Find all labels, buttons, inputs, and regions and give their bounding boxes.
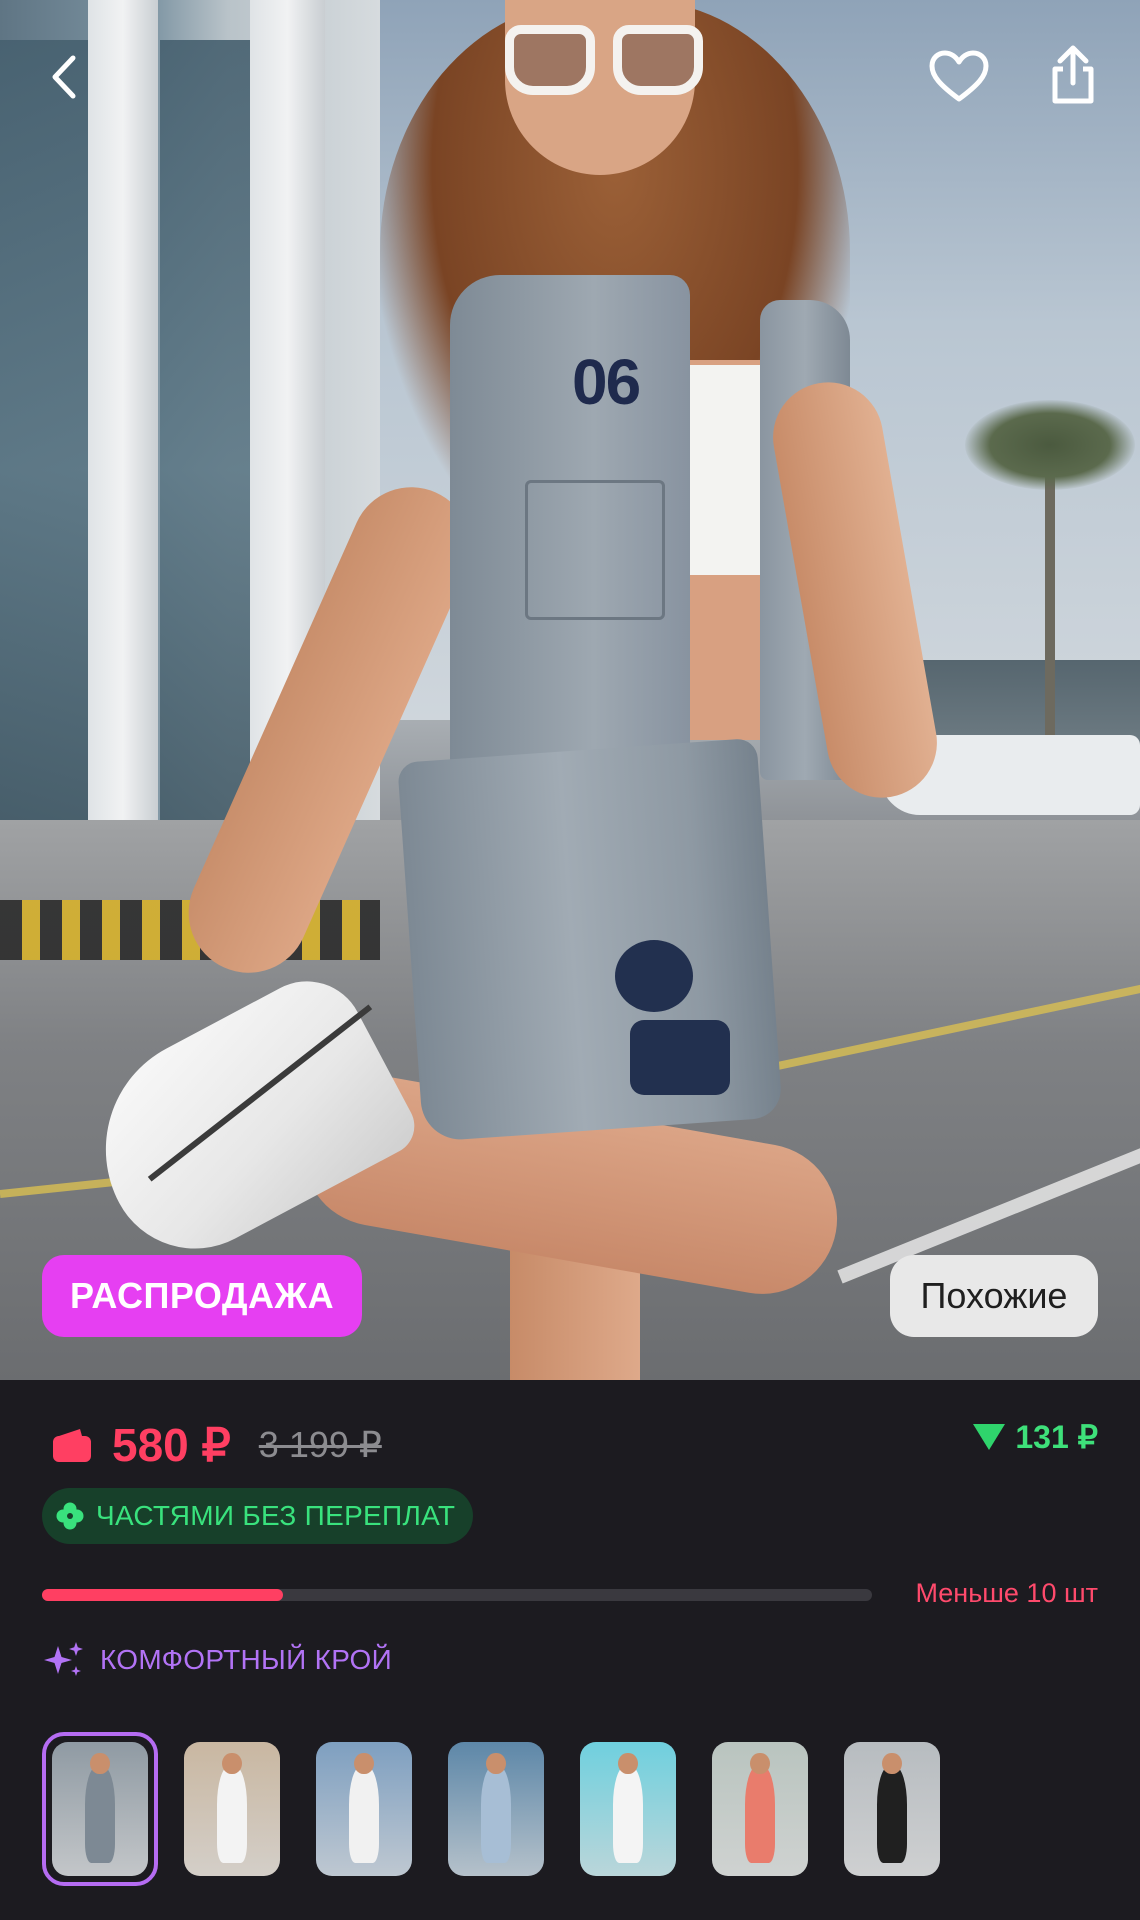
stock-progress-fill xyxy=(42,1589,283,1601)
thumbnail-figure-head xyxy=(486,1752,506,1775)
thumbnail-figure-head xyxy=(354,1752,374,1775)
thumbnail-figure-outfit xyxy=(348,1766,380,1863)
product-photo-6 xyxy=(712,1742,808,1876)
gallery-thumbnail[interactable] xyxy=(702,1732,818,1886)
thumbnail-figure-outfit xyxy=(84,1766,116,1863)
thumbnail-figure-outfit xyxy=(216,1766,248,1863)
triangle-down-icon xyxy=(973,1424,1006,1450)
sale-badge: РАСПРОДАЖА xyxy=(42,1255,363,1337)
photo-glass xyxy=(0,40,95,900)
thumbnail-figure-outfit xyxy=(744,1766,776,1863)
product-photo-1 xyxy=(52,1742,148,1876)
price-row: 580 ₽ 3 199 ₽ xyxy=(50,1410,1100,1480)
gallery-thumbnail[interactable] xyxy=(306,1732,422,1886)
photo-palm-trunk xyxy=(1045,450,1055,750)
favorite-button[interactable] xyxy=(924,42,994,112)
thumbnail-figure-outfit xyxy=(480,1766,512,1863)
wallet-icon xyxy=(53,1429,91,1462)
feature-tag: КОМФОРТНЫЙ КРОЙ xyxy=(42,1640,392,1680)
current-price: 580 ₽ xyxy=(112,1419,231,1471)
heart-icon xyxy=(929,50,989,102)
product-photo-3 xyxy=(316,1742,412,1876)
photo-vest-pocket xyxy=(525,480,665,620)
thumbnail-figure-outfit xyxy=(876,1766,908,1863)
installments-badge[interactable]: ЧАСТЯМИ БЕЗ ПЕРЕПЛАТ xyxy=(42,1488,474,1544)
gallery-thumbnail[interactable] xyxy=(570,1732,686,1886)
product-photo-4 xyxy=(448,1742,544,1876)
stock-progress-bar xyxy=(42,1589,872,1601)
back-button[interactable] xyxy=(30,42,100,112)
gallery-thumbnail[interactable] xyxy=(42,1732,158,1886)
thumbnail-figure-outfit xyxy=(612,1766,644,1863)
stock-label: Меньше 10 шт xyxy=(915,1578,1098,1608)
product-photo-5 xyxy=(580,1742,676,1876)
share-icon xyxy=(1052,45,1094,104)
product-photo-7 xyxy=(844,1742,940,1876)
chevron-left-icon xyxy=(52,55,76,99)
price-drop: 131 ₽ xyxy=(973,1418,1098,1456)
gallery-thumbnail[interactable] xyxy=(174,1732,290,1886)
thumbnail-figure-head xyxy=(618,1752,638,1775)
photo-palm-leaves xyxy=(965,400,1135,490)
old-price: 3 199 ₽ xyxy=(258,1424,382,1465)
product-photo-2 xyxy=(184,1742,280,1876)
photo-column xyxy=(88,0,158,930)
photo-shorts-patch xyxy=(615,940,693,1012)
photo-gallery xyxy=(42,1732,950,1886)
similar-button[interactable]: Похожие xyxy=(890,1255,1098,1337)
thumbnail-figure-head xyxy=(90,1752,110,1775)
photo-glass xyxy=(160,40,255,900)
share-button[interactable] xyxy=(1038,40,1108,110)
thumbnail-figure-head xyxy=(882,1752,902,1775)
gallery-thumbnail[interactable] xyxy=(438,1732,554,1886)
sparkle-icon xyxy=(44,1642,83,1676)
photo-sunglasses xyxy=(505,25,705,100)
feature-label: КОМФОРТНЫЙ КРОЙ xyxy=(100,1644,393,1675)
product-photo[interactable]: 06 xyxy=(0,0,1140,1380)
clover-icon xyxy=(56,1502,84,1530)
photo-shorts-patch xyxy=(630,1020,730,1095)
thumbnail-figure-head xyxy=(750,1752,770,1775)
price-drop-amount: 131 ₽ xyxy=(1015,1419,1098,1455)
photo-vest-patch: 06 xyxy=(572,346,641,418)
installments-label: ЧАСТЯМИ БЕЗ ПЕРЕПЛАТ xyxy=(96,1500,456,1531)
thumbnail-figure-head xyxy=(222,1752,242,1775)
gallery-thumbnail[interactable] xyxy=(834,1732,950,1886)
